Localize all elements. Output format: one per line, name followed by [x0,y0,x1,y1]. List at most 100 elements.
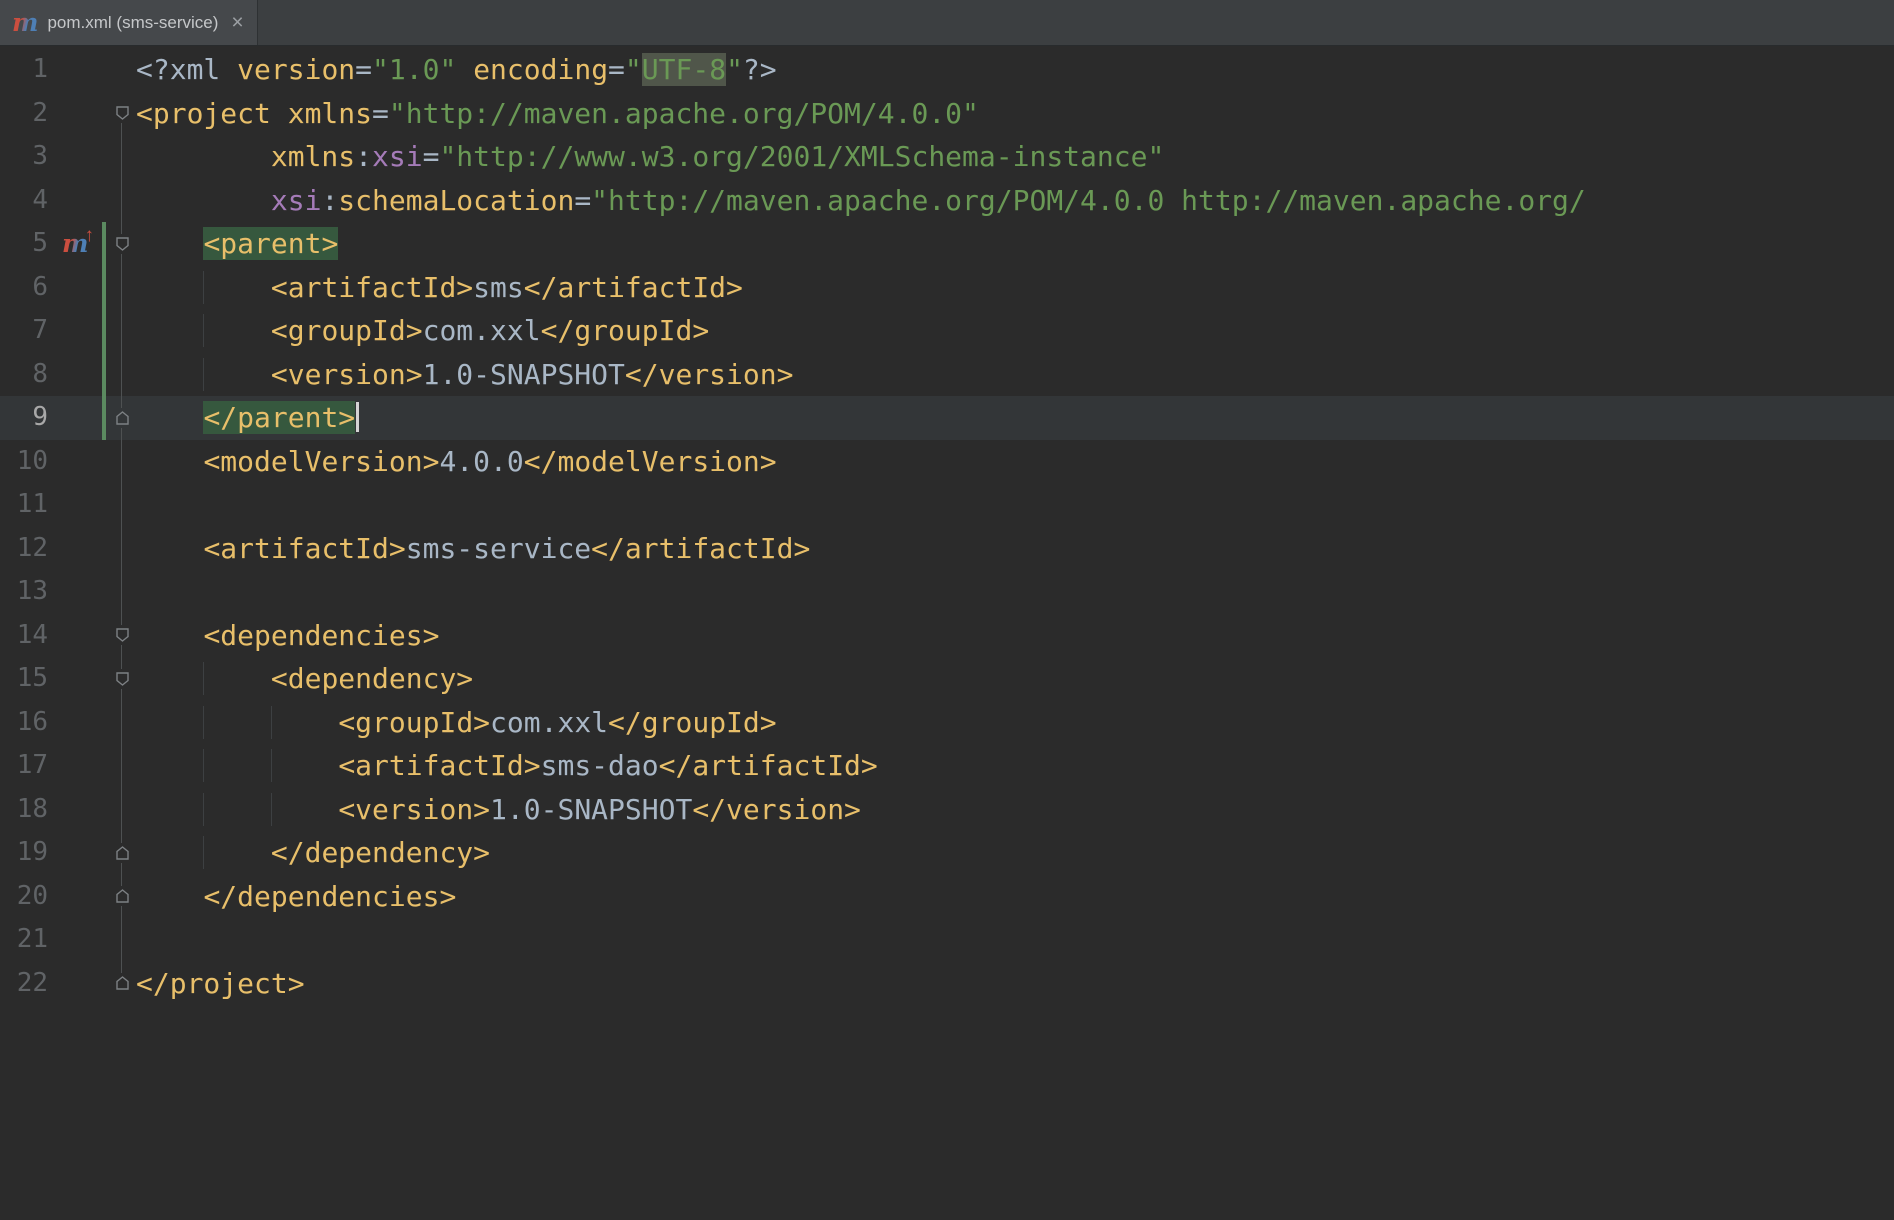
code-token: sms-dao [541,749,659,782]
code-token: <groupId> [271,314,423,347]
line-number[interactable]: 10 [0,440,56,484]
code-token: <artifactId> [271,271,473,304]
code-line[interactable]: 13 [0,570,1894,614]
gutter-run-area [56,483,100,527]
code-line[interactable]: 6 <artifactId>sms</artifactId> [0,266,1894,310]
fold-gutter [110,918,134,962]
line-number[interactable]: 13 [0,570,56,614]
code-line[interactable]: 1<?xml version="1.0" encoding="UTF-8"?> [0,48,1894,92]
code-token: = [574,184,591,217]
code-token [203,662,270,695]
vcs-gutter [100,48,110,92]
code-token [136,880,203,913]
code-line[interactable]: 14 <dependencies> [0,614,1894,658]
vcs-gutter [100,527,110,571]
code-token [271,706,338,739]
line-number[interactable]: 2 [0,92,56,136]
code-token: <modelVersion> [203,445,439,478]
line-number[interactable]: 5 [0,222,56,266]
code-line[interactable]: 15 <dependency> [0,657,1894,701]
tab-title: pom.xml (sms-service) [47,13,218,33]
line-number[interactable]: 1 [0,48,56,92]
fold-collapse-icon[interactable] [114,234,131,254]
code-token: xmlns [271,140,355,173]
code-token: 4.0.0 [439,445,523,478]
fold-collapse-end-icon[interactable] [114,973,131,993]
code-token: com.xxl [423,314,541,347]
code-text: <dependencies> [134,614,1894,658]
code-text: </dependencies> [134,875,1894,919]
code-token: </project> [136,967,305,1000]
code-line[interactable]: 2<project xmlns="http://maven.apache.org… [0,92,1894,136]
line-number[interactable]: 9 [0,396,56,440]
code-line[interactable]: 12 <artifactId>sms-service</artifactId> [0,527,1894,571]
code-line[interactable]: 5m↑ <parent> [0,222,1894,266]
code-line[interactable]: 20 </dependencies> [0,875,1894,919]
code-token: "1.0" [372,53,456,86]
line-number[interactable]: 16 [0,701,56,745]
line-number[interactable]: 3 [0,135,56,179]
fold-collapse-end-icon[interactable] [114,843,131,863]
code-line[interactable]: 7 <groupId>com.xxl</groupId> [0,309,1894,353]
code-token [203,749,270,782]
code-token [136,271,203,304]
code-line[interactable]: 21 [0,918,1894,962]
code-token [271,749,338,782]
vcs-change-marker[interactable] [100,266,110,310]
line-number[interactable]: 7 [0,309,56,353]
editor-tab-pom[interactable]: m pom.xml (sms-service) × [0,0,258,45]
code-token [136,445,203,478]
line-number[interactable]: 18 [0,788,56,832]
vcs-change-marker[interactable] [100,309,110,353]
vcs-gutter [100,831,110,875]
code-token: version [237,53,355,86]
gutter-run-area [56,744,100,788]
code-line[interactable]: 4 xsi:schemaLocation="http://maven.apach… [0,179,1894,223]
code-token: <parent> [203,227,338,260]
code-line[interactable]: 17 <artifactId>sms-dao</artifactId> [0,744,1894,788]
code-line[interactable]: 3 xmlns:xsi="http://www.w3.org/2001/XMLS… [0,135,1894,179]
fold-collapse-icon[interactable] [114,103,131,123]
line-number[interactable]: 15 [0,657,56,701]
vcs-gutter [100,657,110,701]
line-number[interactable]: 12 [0,527,56,571]
tab-close-icon[interactable]: × [231,12,243,33]
vcs-change-marker[interactable] [100,396,110,440]
line-number[interactable]: 17 [0,744,56,788]
code-line[interactable]: 10 <modelVersion>4.0.0</modelVersion> [0,440,1894,484]
gutter-run-area [56,527,100,571]
vcs-change-marker[interactable] [100,222,110,266]
line-number[interactable]: 4 [0,179,56,223]
vcs-gutter [100,788,110,832]
code-line[interactable]: 11 [0,483,1894,527]
fold-collapse-end-icon[interactable] [114,408,131,428]
code-line[interactable]: 8 <version>1.0-SNAPSHOT</version> [0,353,1894,397]
code-token: </version> [692,793,861,826]
gutter-run-area [56,309,100,353]
line-number[interactable]: 22 [0,962,56,1006]
code-text: <version>1.0-SNAPSHOT</version> [134,353,1894,397]
gutter-run-area [56,48,100,92]
code-line[interactable]: 22 </project> [0,962,1894,1006]
gutter-run-area [56,657,100,701]
line-number[interactable]: 8 [0,353,56,397]
code-line[interactable]: 18 <version>1.0-SNAPSHOT</version> [0,788,1894,832]
gutter-run-area [56,92,100,136]
fold-collapse-end-icon[interactable] [114,886,131,906]
editor-area[interactable]: 1<?xml version="1.0" encoding="UTF-8"?>2… [0,46,1894,1005]
code-line[interactable]: 9 </parent> [0,396,1894,440]
line-number[interactable]: 19 [0,831,56,875]
line-number[interactable]: 14 [0,614,56,658]
line-number[interactable]: 11 [0,483,56,527]
maven-module-icon[interactable]: m↑ [62,231,94,256]
vcs-change-marker[interactable] [100,353,110,397]
code-line[interactable]: 16 <groupId>com.xxl</groupId> [0,701,1894,745]
line-number[interactable]: 6 [0,266,56,310]
fold-collapse-icon[interactable] [114,669,131,689]
fold-gutter [110,614,134,658]
line-number[interactable]: 20 [0,875,56,919]
code-token [136,314,203,347]
code-line[interactable]: 19 </dependency> [0,831,1894,875]
line-number[interactable]: 21 [0,918,56,962]
fold-collapse-icon[interactable] [114,625,131,645]
